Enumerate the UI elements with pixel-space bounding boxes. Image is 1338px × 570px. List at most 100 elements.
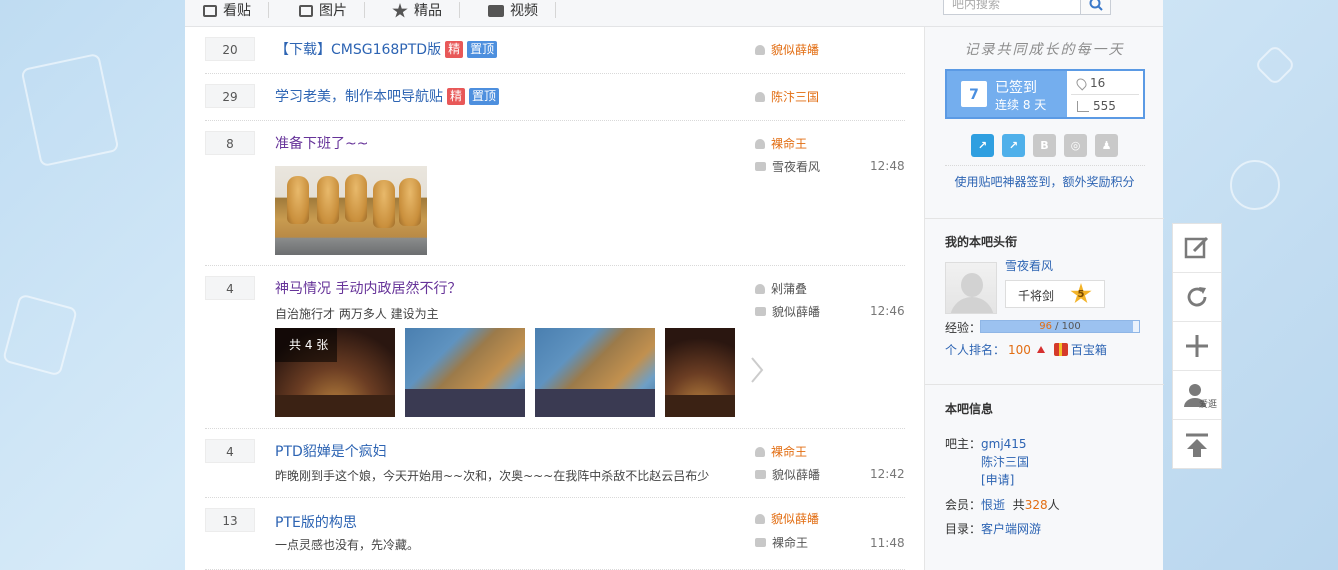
tag-pinned: 置顶 <box>469 88 500 105</box>
user-favorites-button[interactable]: 爱逛 <box>1173 371 1221 420</box>
search-icon <box>1089 0 1103 11</box>
thread-author[interactable]: 裸命王 <box>755 135 807 152</box>
back-to-top-button[interactable] <box>1173 420 1221 469</box>
treasure-box-link[interactable]: 百宝箱 <box>1071 341 1107 358</box>
sign-rank-value: 16 <box>1090 76 1106 90</box>
thread-author[interactable]: 貌似薛皤 <box>755 510 819 527</box>
tag-pinned: 置顶 <box>467 41 498 58</box>
thread-title-link[interactable]: PTE版的构思 <box>275 512 357 532</box>
exp-current: 96 <box>1039 321 1052 332</box>
refresh-button[interactable] <box>1173 273 1221 322</box>
tab-images[interactable]: 图片 <box>299 0 365 24</box>
post-thread-button[interactable] <box>1173 224 1221 273</box>
floating-toolbar: 爱逛 <box>1172 223 1222 469</box>
bg-doodle-heart <box>1253 43 1297 87</box>
tab-label: 精品 <box>414 3 442 19</box>
bar-directory: 目录：客户端网游 <box>945 520 1041 537</box>
sign-total: 555 <box>1077 99 1116 113</box>
thread-author[interactable]: 剁蒲叠 <box>755 280 807 297</box>
location-pin-icon <box>1074 75 1089 91</box>
apply-owner-link[interactable]: [申请] <box>981 471 1014 488</box>
sign-total-value: 555 <box>1093 99 1116 113</box>
person-icon <box>755 138 765 149</box>
tab-threads[interactable]: 看贴 <box>203 0 269 24</box>
tab-video[interactable]: 视频 <box>488 0 556 24</box>
thread-item: 8 准备下班了~~ 裸命王 雪夜看风 12:48 <box>205 121 905 266</box>
sign-slogan: 记录共同成长的每一天 <box>964 42 1125 58</box>
last-reply-user[interactable]: 貌似薛皤 <box>755 466 820 483</box>
user-favorites-label: 爱逛 <box>1199 400 1218 410</box>
bar-members: 会员：恨逝 共328人 <box>945 496 1060 513</box>
author-name: 貌似薛皤 <box>771 43 820 57</box>
chevron-right-icon[interactable] <box>750 356 764 384</box>
tab-divider <box>459 2 460 18</box>
owner-label: 吧主： <box>945 437 982 451</box>
reply-count: 20 <box>205 37 255 61</box>
plus-icon <box>1186 335 1208 357</box>
search-button[interactable] <box>1080 0 1111 15</box>
members-label: 会员： <box>945 498 982 512</box>
thread-title-link[interactable]: 【下载】CMSG168PTD版 <box>275 42 441 58</box>
last-reply-user[interactable]: 貌似薛皤 <box>755 303 820 320</box>
blog-icon[interactable]: B <box>1033 134 1056 157</box>
owner-link[interactable]: 陈汴三国 <box>981 453 1029 470</box>
thread-title-link[interactable]: 神马情况 手动内政居然不行？ <box>275 278 461 298</box>
sign-tool-icons: ↗ ↗ B ◎ ♟ <box>971 134 1118 157</box>
tieba-sync-icon[interactable]: ↗ <box>1002 134 1025 157</box>
last-reply-user[interactable]: 裸命王 <box>755 534 808 551</box>
divider <box>945 165 1145 166</box>
exp-progress-bar: 96 / 100 <box>980 320 1140 333</box>
last-reply-user[interactable]: 雪夜看风 <box>755 158 820 175</box>
thread-image-thumb[interactable] <box>665 328 735 417</box>
tag-featured: 精 <box>447 88 466 105</box>
comment-icon <box>755 307 766 316</box>
last-reply-time: 12:46 <box>870 304 905 318</box>
dir-label: 目录： <box>945 522 982 536</box>
rank-badge: 千将剑 5 <box>1005 280 1105 308</box>
thread-title-link[interactable]: 准备下班了~~ <box>275 133 368 153</box>
level-star-icon: 5 <box>1070 283 1092 304</box>
sign-tool-tip-link[interactable]: 使用贴吧神器签到，额外奖励积分 <box>925 173 1164 190</box>
author-name: 剁蒲叠 <box>771 282 808 296</box>
thread-title-link[interactable]: PTD貂婵是个疯妇 <box>275 441 387 461</box>
qq-icon[interactable]: ♟ <box>1095 134 1118 157</box>
section-divider <box>925 384 1164 385</box>
tab-featured[interactable]: 精品 <box>392 0 460 24</box>
username-link[interactable]: 雪夜看风 <box>1005 257 1053 274</box>
tieba-app-icon[interactable]: ↗ <box>971 134 994 157</box>
thread-author[interactable]: 貌似薛皤 <box>755 41 819 58</box>
image-strip <box>665 395 735 417</box>
image-strip <box>275 395 395 417</box>
right-sidebar: 记录共同成长的每一天 7 已签到 连续 8 天 16 555 ↗ ↗ B ◎ ♟… <box>924 27 1164 570</box>
thread-image-puppies[interactable] <box>275 166 427 255</box>
thread-author[interactable]: 裸命王 <box>755 443 807 460</box>
forum-search-box[interactable]: 吧内搜索 <box>943 0 1111 15</box>
thread-item: 13 PTE版的构思 一点灵感也没有，先冷藏。 貌似薛皤 裸命王 11:48 <box>205 498 905 570</box>
member-name-link[interactable]: 恨逝 <box>981 498 1005 512</box>
reply-count: 13 <box>205 508 255 532</box>
person-icon <box>755 513 765 524</box>
owner-link[interactable]: gmj415 <box>981 437 1027 451</box>
calendar-icon: 7 <box>961 81 987 107</box>
thread-author[interactable]: 陈汴三国 <box>755 88 819 105</box>
thread-item: 20 【下载】CMSG168PTD版精置顶 貌似薛皤 <box>205 27 905 74</box>
thread-image-thumb[interactable]: 共 4 张 <box>275 328 395 417</box>
follow-bar-button[interactable] <box>1173 322 1221 371</box>
section-divider <box>925 218 1164 219</box>
bar-chart-icon <box>1077 100 1089 112</box>
thread-image-thumb[interactable] <box>405 328 525 417</box>
thread-abstract: 一点灵感也没有，先冷藏。 <box>275 538 420 552</box>
directory-link[interactable]: 客户端网游 <box>981 522 1041 536</box>
sign-in-button[interactable]: 7 已签到 连续 8 天 <box>947 71 1067 117</box>
circle-app-icon[interactable]: ◎ <box>1064 134 1087 157</box>
rank-name: 千将剑 <box>1018 289 1055 303</box>
avatar[interactable] <box>945 262 997 314</box>
thread-title-link[interactable]: 学习老美，制作本吧导航贴 <box>275 89 443 105</box>
last-reply-name: 裸命王 <box>772 536 809 550</box>
last-reply-time: 12:48 <box>870 159 905 173</box>
thread-image-thumb[interactable] <box>535 328 655 417</box>
image-strip <box>535 389 655 417</box>
tab-label: 看贴 <box>223 3 251 19</box>
star-icon <box>392 3 408 18</box>
reply-count: 8 <box>205 131 255 155</box>
